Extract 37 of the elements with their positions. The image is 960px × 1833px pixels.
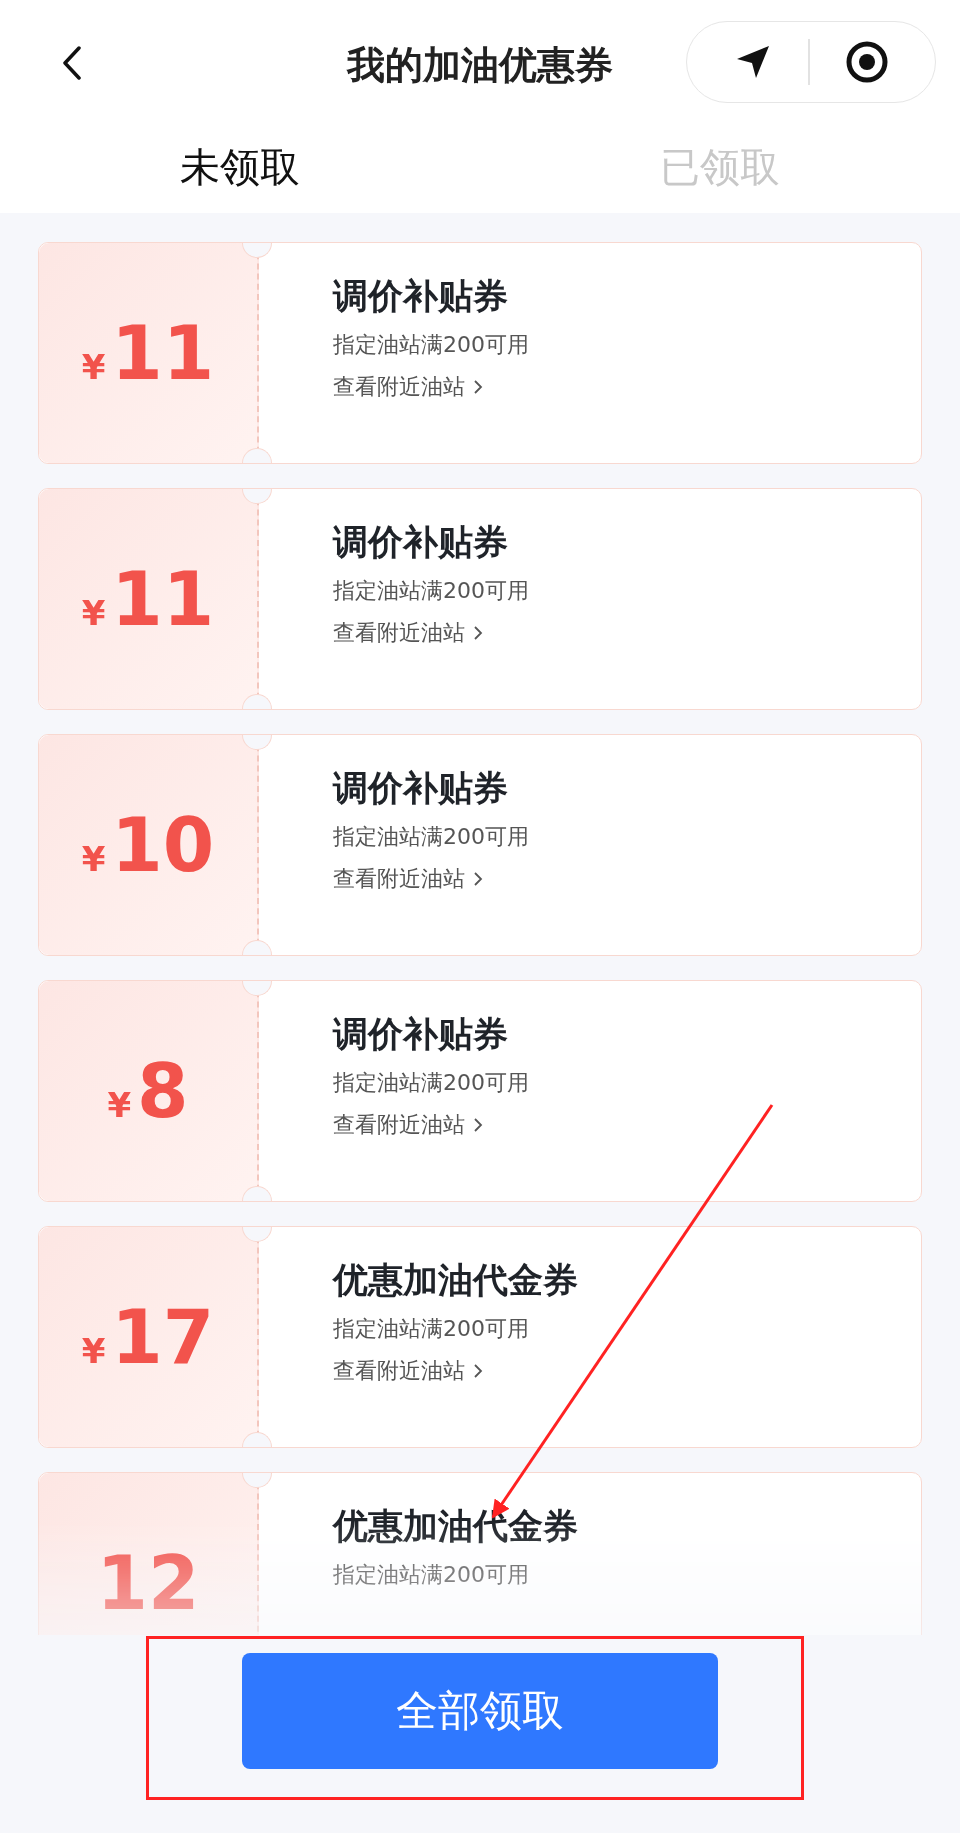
coupon-amount: 17 — [111, 1300, 215, 1374]
coupon-title: 调价补贴券 — [333, 521, 509, 564]
currency-symbol: ¥ — [81, 593, 106, 633]
nearby-stations-link[interactable]: 查看附近油站 — [333, 372, 529, 402]
coupon-condition: 指定油站满200可用 — [333, 1315, 530, 1343]
coupon-amount: 10 — [111, 808, 215, 882]
coupon-amount: 11 — [111, 316, 215, 390]
currency-symbol: ¥ — [81, 1331, 106, 1371]
coupon-condition: 指定油站满200可用 — [333, 331, 529, 359]
chevron-right-icon — [473, 625, 483, 641]
chevron-right-icon — [473, 871, 483, 887]
coupon-condition: 指定油站满200可用 — [333, 1561, 530, 1589]
coupon-amount: 11 — [111, 562, 215, 636]
coupon-condition: 指定油站满200可用 — [333, 577, 529, 605]
coupon-condition: 指定油站满200可用 — [333, 1069, 529, 1097]
coupon-title: 调价补贴券 — [333, 275, 509, 318]
nearby-stations-link[interactable]: 查看附近油站 — [333, 618, 529, 648]
currency-symbol: ¥ — [81, 347, 106, 387]
chevron-right-icon — [473, 379, 483, 395]
coupon-title: 调价补贴券 — [333, 1013, 509, 1056]
chevron-right-icon — [473, 1117, 483, 1133]
tab[interactable]: 未领取 — [0, 128, 480, 213]
target-icon[interactable] — [845, 40, 890, 84]
coupon-title: 调价补贴券 — [333, 767, 509, 810]
currency-symbol: ¥ — [107, 1085, 132, 1125]
chevron-right-icon — [473, 1363, 483, 1379]
nearby-stations-link[interactable]: 查看附近油站 — [333, 864, 529, 894]
coupon-amount: 12 — [96, 1546, 200, 1620]
nearby-stations-link[interactable]: 查看附近油站 — [333, 1110, 529, 1140]
currency-symbol: ¥ — [81, 839, 106, 879]
coupon-title: 优惠加油代金券 — [333, 1259, 578, 1302]
nearby-stations-link[interactable]: 查看附近油站 — [333, 1356, 578, 1386]
back-icon[interactable] — [62, 46, 82, 80]
coupon-amount: 8 — [137, 1054, 189, 1128]
claim-all-button[interactable]: 全部领取 — [242, 1653, 718, 1769]
page-title: 我的加油优惠券 — [347, 42, 613, 89]
coupon-condition: 指定油站满200可用 — [333, 823, 529, 851]
